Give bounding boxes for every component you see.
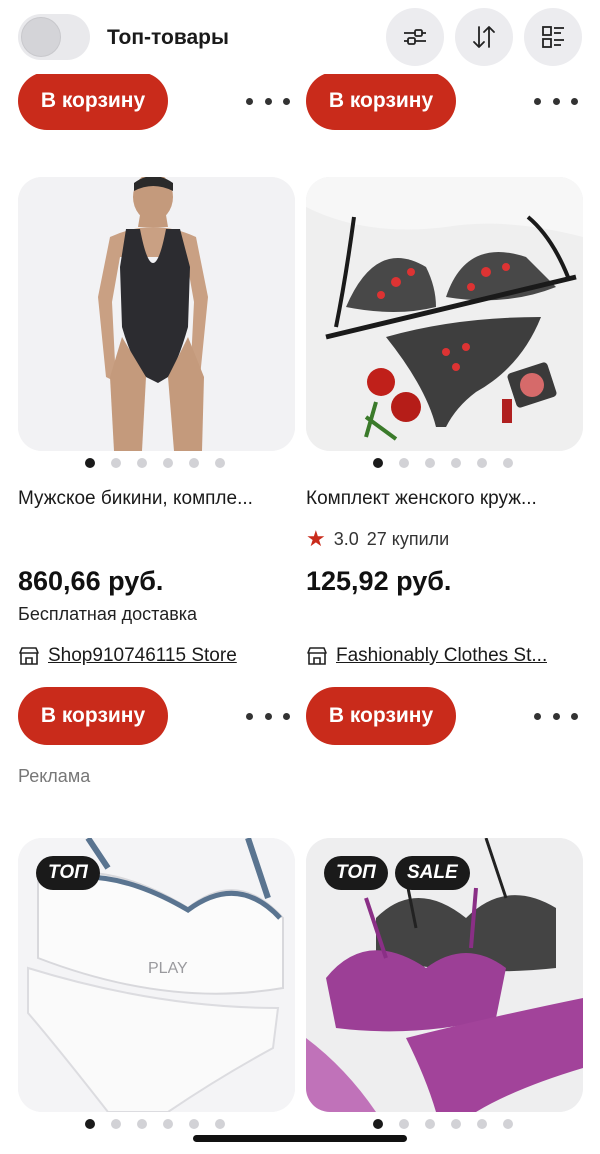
image-carousel-dots[interactable] bbox=[373, 457, 513, 469]
top-bar: Топ-товары bbox=[0, 0, 600, 74]
more-options-button[interactable] bbox=[246, 91, 290, 111]
rating-value: 3.0 bbox=[333, 528, 359, 549]
view-mode-button[interactable] bbox=[524, 8, 582, 66]
sold-count: 27 купили bbox=[366, 528, 450, 549]
add-to-cart-button[interactable]: В корзину bbox=[18, 72, 168, 130]
product-photo-man-bodysuit bbox=[18, 177, 295, 451]
logo-print: PLAY bbox=[148, 960, 188, 977]
image-carousel-dots[interactable] bbox=[85, 457, 225, 469]
sale-badge: SALE bbox=[395, 856, 470, 890]
ad-label: Реклама bbox=[18, 766, 91, 786]
star-icon: ★ bbox=[306, 526, 326, 551]
product-image[interactable]: PLAY ТОП bbox=[18, 838, 295, 1112]
sort-button[interactable] bbox=[455, 8, 513, 66]
top-badge: ТОП bbox=[324, 856, 388, 890]
filter-button[interactable] bbox=[386, 8, 444, 66]
more-options-button[interactable] bbox=[246, 706, 290, 726]
store-link[interactable]: Fashionably Clothes St... bbox=[306, 645, 581, 667]
top-products-label: Топ-товары bbox=[107, 26, 229, 49]
product-image[interactable]: ТОП SALE bbox=[306, 838, 583, 1112]
product-title[interactable]: Мужское бикини, компле... bbox=[18, 488, 298, 510]
store-link[interactable]: Shop910746115 Store bbox=[18, 645, 293, 667]
product-image[interactable] bbox=[306, 177, 583, 451]
delivery-info: Бесплатная доставка bbox=[18, 604, 198, 624]
store-icon bbox=[19, 647, 39, 665]
top-badge: ТОП bbox=[36, 856, 100, 890]
store-name[interactable]: Shop910746115 Store bbox=[48, 645, 237, 667]
image-carousel-dots[interactable] bbox=[373, 1118, 513, 1130]
more-options-button[interactable] bbox=[534, 91, 578, 111]
home-indicator[interactable] bbox=[193, 1135, 407, 1142]
top-products-toggle[interactable] bbox=[18, 14, 90, 60]
sort-icon bbox=[473, 26, 495, 48]
product-photo-lace-set bbox=[306, 177, 583, 451]
product-rating: ★ 3.0 27 купили bbox=[306, 526, 449, 552]
product-title[interactable]: Комплект женского круж... bbox=[306, 488, 586, 510]
toggle-knob bbox=[21, 17, 61, 57]
product-price: 860,66 руб. bbox=[18, 566, 164, 596]
sliders-icon bbox=[404, 29, 426, 45]
store-name[interactable]: Fashionably Clothes St... bbox=[336, 645, 547, 667]
store-icon bbox=[307, 647, 327, 665]
product-image[interactable] bbox=[18, 177, 295, 451]
add-to-cart-button[interactable]: В корзину bbox=[306, 687, 456, 745]
product-price: 125,92 руб. bbox=[306, 566, 452, 596]
image-carousel-dots[interactable] bbox=[85, 1118, 225, 1130]
add-to-cart-button[interactable]: В корзину bbox=[18, 687, 168, 745]
more-options-button[interactable] bbox=[534, 706, 578, 726]
add-to-cart-button[interactable]: В корзину bbox=[306, 72, 456, 130]
grid-list-icon bbox=[542, 26, 564, 48]
